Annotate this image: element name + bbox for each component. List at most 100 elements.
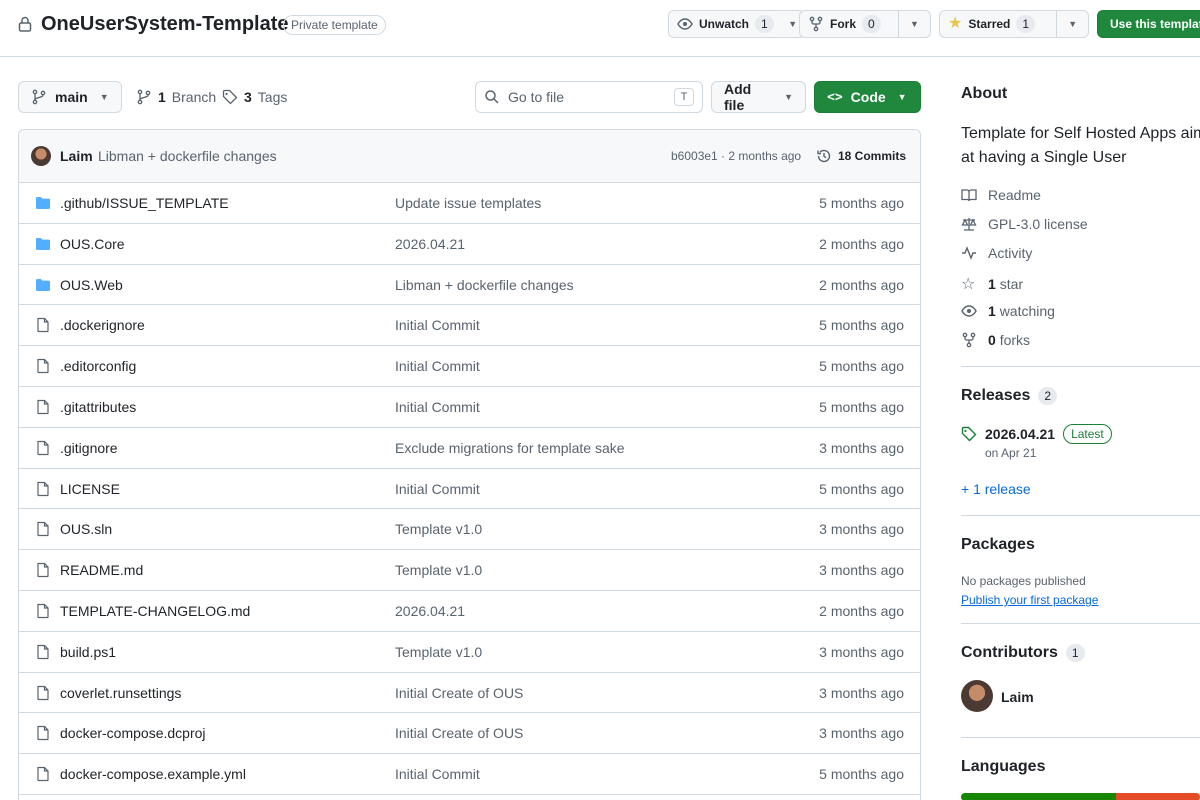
license-link[interactable]: GPL-3.0 license xyxy=(961,216,1088,232)
file-list: .github/ISSUE_TEMPLATE Update issue templ… xyxy=(19,183,920,795)
file-name[interactable]: docker-compose.dcproj xyxy=(60,725,206,741)
publish-package-link[interactable]: Publish your first package xyxy=(961,593,1098,607)
file-name[interactable]: OUS.sln xyxy=(60,521,112,537)
file-commit-message[interactable]: Initial Create of OUS xyxy=(395,685,523,701)
tags-link[interactable]: 3 Tags xyxy=(222,81,287,113)
table-row[interactable]: .gitignore Exclude migrations for templat… xyxy=(19,428,920,469)
chevron-down-icon: ▼ xyxy=(897,92,907,102)
file-commit-message[interactable]: Template v1.0 xyxy=(395,562,482,578)
file-name[interactable]: docker-compose.example.yml xyxy=(60,766,246,782)
file-commit-message[interactable]: Initial Commit xyxy=(395,358,480,374)
file-commit-date: 5 months ago xyxy=(819,480,904,497)
file-commit-message[interactable]: Initial Commit xyxy=(395,766,480,782)
table-row[interactable]: .gitattributes Initial Commit 5 months ago xyxy=(19,387,920,428)
file-name[interactable]: LICENSE xyxy=(60,481,120,497)
file-commit-message[interactable]: 2026.04.21 xyxy=(395,236,465,252)
table-row[interactable]: coverlet.runsettings Initial Create of OU… xyxy=(19,673,920,714)
branches-link[interactable]: 1 Branch xyxy=(136,81,216,113)
file-commit-message[interactable]: Update issue templates xyxy=(395,195,541,211)
contributors-heading[interactable]: Contributors 1 xyxy=(961,644,1085,662)
table-row[interactable]: LICENSE Initial Commit 5 months ago xyxy=(19,469,920,510)
file-commit-message[interactable]: Initial Commit xyxy=(395,399,480,415)
commit-hash[interactable]: b6003e1 · 2 months ago xyxy=(671,149,801,163)
branch-count: 1 xyxy=(158,89,166,105)
file-commit-message[interactable]: Exclude migrations for template sake xyxy=(395,440,625,456)
star-button[interactable]: ★ Starred 1 ▼ xyxy=(939,10,1089,38)
file-name[interactable]: .editorconfig xyxy=(60,358,136,374)
file-commit-message[interactable]: Template v1.0 xyxy=(395,644,482,660)
add-file-button[interactable]: Add file ▼ xyxy=(711,81,806,113)
commit-message[interactable]: Libman + dockerfile changes xyxy=(98,148,277,164)
file-icon xyxy=(35,562,51,581)
file-commit-date: 3 months ago xyxy=(819,643,904,660)
table-row[interactable]: README.md Template v1.0 3 months ago xyxy=(19,550,920,591)
file-commit-message[interactable]: Initial Create of OUS xyxy=(395,725,523,741)
readme-label: Readme xyxy=(988,187,1041,203)
file-name[interactable]: OUS.Core xyxy=(60,236,125,252)
file-commit-message[interactable]: Template v1.0 xyxy=(395,521,482,537)
language-segment[interactable] xyxy=(961,793,1117,800)
repo-name[interactable]: OneUserSystem-Template xyxy=(41,13,289,36)
table-row[interactable]: TEMPLATE-CHANGELOG.md 2026.04.21 2 months … xyxy=(19,591,920,632)
latest-badge: Latest xyxy=(1063,424,1112,444)
contributor-name[interactable]: Laim xyxy=(1001,689,1034,705)
file-name[interactable]: coverlet.runsettings xyxy=(60,685,181,701)
latest-release[interactable]: 2026.04.21 Latest xyxy=(961,424,1112,444)
file-commit-message[interactable]: Libman + dockerfile changes xyxy=(395,277,574,293)
stars-link[interactable]: ☆ 1 star xyxy=(961,274,1023,294)
forks-link[interactable]: 0 forks xyxy=(961,332,1030,348)
watchers-link[interactable]: 1 watching xyxy=(961,303,1055,319)
file-name[interactable]: .dockerignore xyxy=(60,317,145,333)
chevron-down-icon: ▼ xyxy=(784,92,793,102)
table-row[interactable]: .editorconfig Initial Commit 5 months ago xyxy=(19,346,920,387)
fork-dropdown[interactable]: ▼ xyxy=(898,11,930,37)
table-row[interactable]: docker-compose.example.yml Initial Commit… xyxy=(19,754,920,795)
code-button[interactable]: <> Code ▼ xyxy=(814,81,921,113)
table-row[interactable]: build.ps1 Template v1.0 3 months ago xyxy=(19,632,920,673)
branch-selector[interactable]: main ▼ xyxy=(18,81,122,113)
commit-author[interactable]: Laim xyxy=(60,148,93,164)
file-commit-message[interactable]: Initial Commit xyxy=(395,317,480,333)
table-row[interactable]: OUS.sln Template v1.0 3 months ago xyxy=(19,509,920,551)
stars-count: 1 xyxy=(988,276,996,292)
fork-label: Fork xyxy=(830,17,857,31)
divider xyxy=(961,623,1200,624)
readme-link[interactable]: Readme xyxy=(961,187,1041,203)
watch-count: 1 xyxy=(755,15,774,33)
tag-icon xyxy=(222,89,238,105)
more-releases-link[interactable]: + 1 release xyxy=(961,481,1031,497)
file-name[interactable]: .gitignore xyxy=(60,440,118,456)
file-name[interactable]: build.ps1 xyxy=(60,644,116,660)
table-row[interactable]: .dockerignore Initial Commit 5 months ago xyxy=(19,305,920,347)
file-name[interactable]: TEMPLATE-CHANGELOG.md xyxy=(60,603,250,619)
languages-heading: Languages xyxy=(961,758,1045,776)
file-icon xyxy=(35,644,51,663)
file-name[interactable]: README.md xyxy=(60,562,143,578)
file-name[interactable]: .gitattributes xyxy=(60,399,136,415)
file-commit-message[interactable]: 2026.04.21 xyxy=(395,603,465,619)
table-row[interactable]: OUS.Core 2026.04.21 2 months ago xyxy=(19,224,920,265)
contributor-avatar[interactable] xyxy=(961,680,993,712)
use-template-button[interactable]: Use this template xyxy=(1097,10,1200,38)
file-commit-date: 2 months ago xyxy=(819,235,904,252)
releases-heading[interactable]: Releases 2 xyxy=(961,387,1058,405)
go-to-file-input[interactable]: Go to file T xyxy=(475,81,703,113)
table-row[interactable]: docker-compose.dcproj Initial Create of O… xyxy=(19,713,920,755)
activity-link[interactable]: Activity xyxy=(961,245,1032,261)
file-name[interactable]: OUS.Web xyxy=(60,277,123,293)
avatar[interactable] xyxy=(31,146,51,166)
tag-count-label: Tags xyxy=(257,89,288,105)
language-segment[interactable] xyxy=(1116,793,1200,800)
commits-link[interactable]: 18 Commits xyxy=(816,148,906,164)
table-row[interactable]: OUS.Web Libman + dockerfile changes 2 mont… xyxy=(19,265,920,306)
file-icon xyxy=(35,603,51,622)
unwatch-button[interactable]: Unwatch 1 ▼ xyxy=(668,10,805,38)
file-commit-message[interactable]: Initial Commit xyxy=(395,481,480,497)
fork-button[interactable]: Fork 0 ▼ xyxy=(799,10,931,38)
packages-heading[interactable]: Packages xyxy=(961,536,1035,554)
star-dropdown[interactable]: ▼ xyxy=(1056,11,1088,37)
table-row[interactable]: .github/ISSUE_TEMPLATE Update issue templ… xyxy=(19,183,920,224)
search-placeholder: Go to file xyxy=(508,89,565,105)
file-name[interactable]: .github/ISSUE_TEMPLATE xyxy=(60,195,229,211)
watching-label: watching xyxy=(999,303,1055,319)
